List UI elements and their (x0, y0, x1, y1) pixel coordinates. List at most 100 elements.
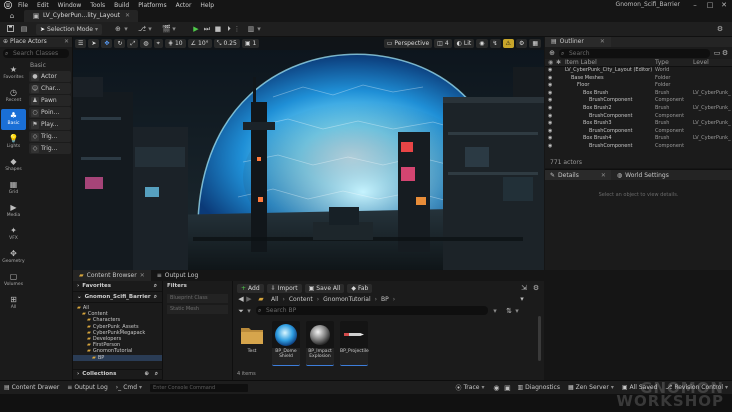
asset-tile-folder[interactable]: Test (238, 321, 266, 366)
category-vfx[interactable]: ✦ VFX (1, 224, 26, 245)
performance-warning-button[interactable]: ⚠ (502, 39, 514, 48)
chevron-down-icon[interactable]: ▾ (146, 25, 154, 33)
visibility-icon[interactable]: ◉ (548, 75, 552, 83)
output-log-button[interactable]: ≡ Output Log (67, 384, 108, 391)
camera-speed-button[interactable]: ▣ 1 (241, 39, 260, 48)
forward-icon[interactable]: ▶ (245, 295, 253, 303)
level-viewport[interactable] (73, 37, 544, 270)
select-tool-button[interactable]: ➤ (88, 39, 100, 48)
filter-icon[interactable]: ⏷ (237, 307, 245, 315)
history-icon[interactable]: ▾ (518, 295, 526, 303)
platforms-icon[interactable]: ▥ (247, 25, 255, 33)
close-icon[interactable]: ✕ (717, 0, 731, 10)
details-close-icon[interactable]: ✕ (601, 172, 606, 179)
visibility-icon[interactable]: ◉ (548, 105, 552, 113)
maximize-icon[interactable]: □ (703, 0, 717, 10)
path-segment[interactable]: Content (289, 296, 313, 303)
chevron-down-icon[interactable]: ▾ (513, 307, 521, 315)
step-icon[interactable]: ⏭ (203, 25, 211, 33)
category-favorites[interactable]: ★ Favorites (1, 63, 26, 84)
chevron-down-icon[interactable]: ▾ (170, 25, 178, 33)
filter-item[interactable]: Static Mesh (167, 305, 228, 314)
dock-icon[interactable]: ⇲ (520, 284, 528, 292)
outliner-close-icon[interactable]: ✕ (600, 37, 605, 47)
gear-icon[interactable]: ⚙ (721, 49, 729, 57)
chevron-down-icon[interactable]: ▾ (491, 307, 499, 315)
folder-tree-item[interactable]: ▰ BP (73, 354, 162, 361)
stop-icon[interactable]: ■ (214, 25, 222, 33)
cinematics-icon[interactable]: 🎬 (162, 25, 171, 33)
outliner-row[interactable]: ◉ Box Brush2 Brush LV_CyberPunk_ (545, 105, 732, 113)
viewport-options-button[interactable]: ☰ (75, 39, 87, 48)
level-tab-close-icon[interactable]: ✕ (125, 10, 130, 22)
outliner-row[interactable]: ◉ Base Meshes Folder (545, 75, 732, 83)
content-browser-tab[interactable]: ▰ Content Browser ✕ (73, 270, 151, 281)
add-filter-icon[interactable]: ⊕ (548, 49, 556, 57)
column-level[interactable]: Level (693, 59, 709, 66)
outliner-row[interactable]: ◉ BrushComponent Component (545, 113, 732, 121)
sort-icon[interactable]: ⇅ (505, 307, 513, 315)
category-basic[interactable]: ♣ Basic (1, 109, 26, 130)
visibility-icon[interactable]: ◉ (548, 128, 552, 136)
outliner-row[interactable]: ◉ BrushComponent Component (545, 128, 732, 136)
diagnostics-button[interactable]: ▥ Diagnostics (517, 384, 560, 391)
visibility-icon[interactable]: ◉ (548, 82, 552, 90)
filter-item[interactable]: Blueprint Class (167, 294, 228, 303)
visibility-icon[interactable]: ◉ (548, 90, 552, 98)
menu-actor[interactable]: Actor (176, 2, 192, 9)
visibility-icon[interactable]: ◉ (548, 113, 552, 121)
scale-tool-button[interactable]: ⤢ (127, 39, 139, 48)
favorites-section[interactable]: › Favorites ⌕ (73, 281, 162, 292)
menu-build[interactable]: Build (114, 2, 129, 9)
outliner-row[interactable]: ◉ BrushComponent Component (545, 97, 732, 105)
place-actors-search[interactable]: ⌕ Search Classes (3, 49, 69, 58)
coordinate-space-button[interactable]: ◍ (140, 39, 152, 48)
lit-button[interactable]: ◐ Lit (453, 39, 475, 48)
zen-server-button[interactable]: ▦ Zen Server ▾ (568, 384, 614, 391)
back-icon[interactable]: ◀ (237, 295, 245, 303)
menu-edit[interactable]: Edit (37, 2, 49, 9)
outliner-search[interactable]: ⌕ Search (559, 48, 710, 58)
outliner-row[interactable]: ◉ LV_CyberPunk_City_Layout (Editor) World (545, 67, 732, 75)
category-grid[interactable]: ▦ Grid (1, 178, 26, 199)
home-icon[interactable]: ⌂ (8, 12, 16, 20)
asset-tile-projectile[interactable]: BP_Projectile (340, 321, 369, 366)
realtime-button[interactable]: ↯ (489, 39, 501, 48)
category-all[interactable]: ⊞ All (1, 293, 26, 314)
visibility-icon[interactable]: ◉ (548, 120, 552, 128)
viewport-settings-button[interactable]: ⚙ (515, 39, 528, 48)
menu-tools[interactable]: Tools (90, 2, 105, 9)
path-segment[interactable]: All (271, 296, 278, 303)
asset-search[interactable]: ⌕ Search BP (256, 306, 488, 315)
play-icon[interactable]: ▶ (192, 25, 200, 33)
search-icon[interactable]: ⌕ (155, 369, 158, 380)
outliner-row[interactable]: ◉ Box Brush4 Brush LV_CyberPunk_ (545, 135, 732, 143)
path-segment[interactable]: BP (381, 296, 389, 303)
path-segment[interactable]: GnomonTutorial (323, 296, 371, 303)
save-icon[interactable] (6, 25, 14, 33)
chevron-down-icon[interactable]: ▾ (122, 25, 130, 33)
chevron-down-icon[interactable]: ▾ (245, 307, 253, 315)
asset-tile-impact-explosion[interactable]: BP_Impact Explosion (306, 321, 334, 366)
outliner-row[interactable]: ◉ BrushComponent Component (545, 143, 732, 151)
actor-item[interactable]: ☺ Char... (29, 83, 71, 94)
menu-platforms[interactable]: Platforms (138, 2, 166, 9)
selection-mode-button[interactable]: ➤ Selection Mode ▾ (36, 23, 102, 35)
move-tool-button[interactable]: ✥ (101, 39, 113, 48)
layout-button[interactable]: ▦ (529, 39, 541, 48)
outliner-row[interactable]: ◉ Box Brush Brush LV_CyberPunk_ (545, 90, 732, 98)
fov-button[interactable]: ◫ 4 (434, 39, 452, 48)
search-icon[interactable]: ⌕ (154, 292, 157, 303)
actor-item[interactable]: ◇ Trig... (29, 131, 71, 142)
console-command-input[interactable]: Enter Console Command (150, 383, 249, 392)
save-all-button[interactable]: ▣ Save All (304, 283, 345, 293)
actor-item[interactable]: ◇ Trig... (29, 143, 71, 154)
grid-snap-button[interactable]: ⋕ 10 (164, 39, 186, 48)
folder-icon[interactable]: ▰ (257, 295, 265, 303)
minimize-icon[interactable]: – (688, 0, 702, 10)
cmd-dropdown[interactable]: ›_ Cmd ▾ (116, 384, 142, 391)
content-drawer-button[interactable]: ▤ Content Drawer (4, 384, 59, 391)
scale-snap-button[interactable]: ⤡ 0.25 (213, 39, 240, 48)
fab-button[interactable]: ◆ Fab (347, 283, 373, 293)
menu-file[interactable]: File (18, 2, 28, 9)
